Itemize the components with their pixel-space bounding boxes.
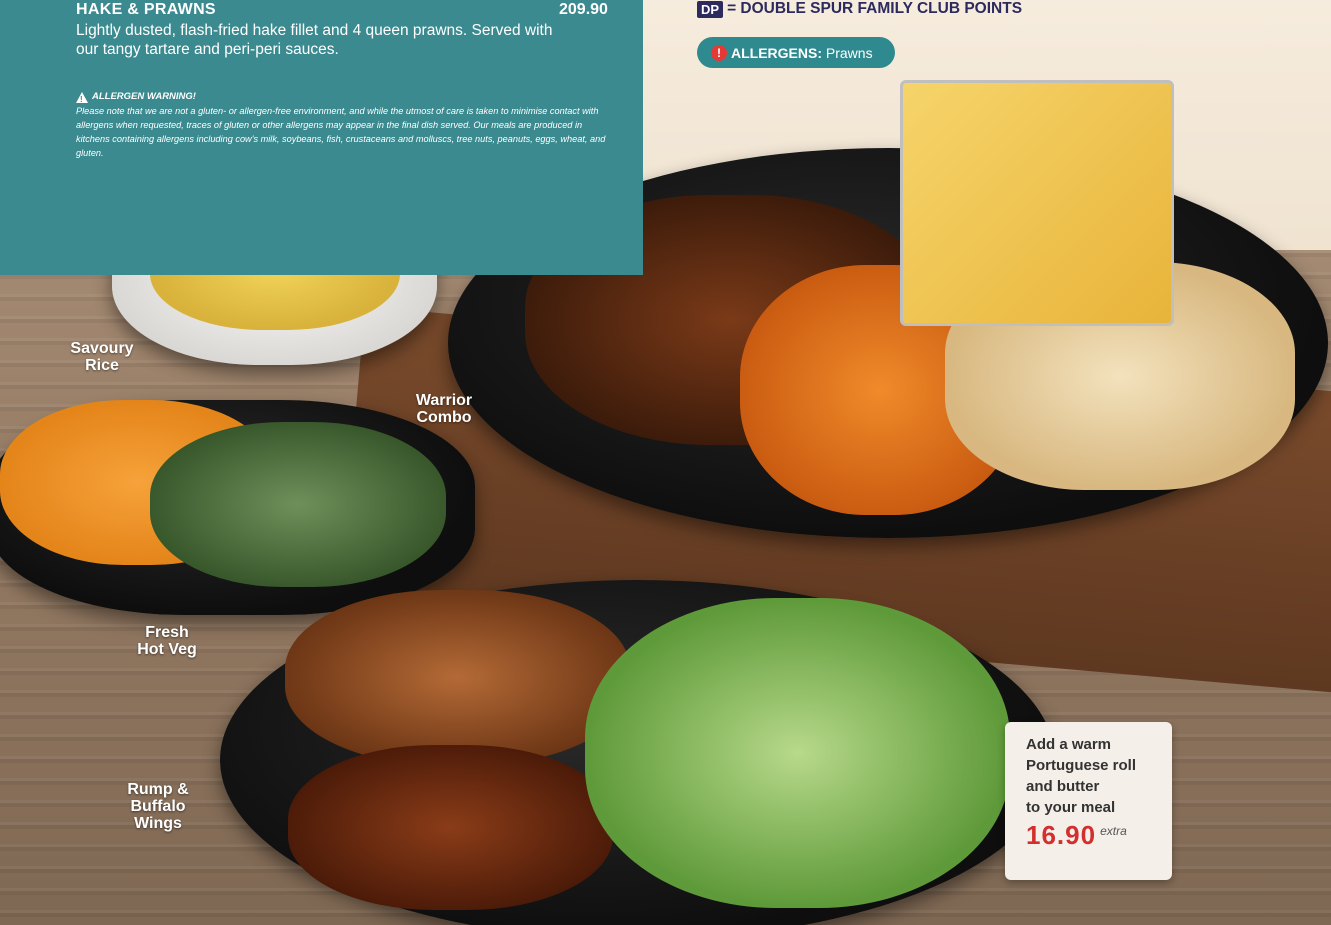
promo-text: Add a warm Portuguese roll and butter to… <box>1026 736 1137 816</box>
promo-card: Add a warm Portuguese roll and butter to… <box>1005 722 1172 880</box>
dish-title: HAKE & PRAWNS <box>76 1 216 18</box>
dish-price: 209.90 <box>559 1 608 18</box>
spinach-food <box>150 422 446 587</box>
dish-description: Lightly dusted, flash-fried hake fillet … <box>76 22 553 58</box>
warning-triangle-icon <box>76 91 88 107</box>
dp-legend: DP = DOUBLE SPUR FAMILY CLUB POINTS <box>697 0 1022 18</box>
dp-badge: DP <box>697 0 724 18</box>
label-rump-buffalo: Rump & Buffalo Wings <box>127 781 189 832</box>
allergen-warning-body: Please note that we are not a gluten- or… <box>76 106 606 158</box>
allergens-pill: ! ALLERGENS: Prawns <box>697 37 895 68</box>
label-savoury-rice: Savoury Rice <box>70 340 134 374</box>
chips-basket-food <box>900 80 1174 326</box>
dp-legend-text: = DOUBLE SPUR FAMILY CLUB POINTS <box>727 0 1023 17</box>
label-warrior-combo: Warrior Combo <box>415 392 473 426</box>
allergens-label: ALLERGENS: <box>731 44 822 61</box>
rump-food <box>288 745 613 910</box>
allergen-warning-heading-row: ALLERGEN WARNING! <box>76 90 616 107</box>
allergens-value: Prawns <box>825 44 873 61</box>
promo-price: 16.90 <box>1026 820 1097 850</box>
promo-price-row: 16.90 extra <box>1026 820 1164 851</box>
promo-extra: extra <box>1100 824 1127 838</box>
menu-item-panel: HAKE & PRAWNS 209.90 Lightly dusted, fla… <box>0 0 643 275</box>
allergen-warning-heading: ALLERGEN WARNING! <box>92 91 196 102</box>
salad-food <box>585 598 1010 908</box>
alert-circle-icon: ! <box>711 44 727 61</box>
wings-food <box>285 590 630 765</box>
allergen-warning: ALLERGEN WARNING! Please note that we ar… <box>76 90 616 160</box>
label-fresh-hot-veg: Fresh Hot Veg <box>137 624 197 658</box>
